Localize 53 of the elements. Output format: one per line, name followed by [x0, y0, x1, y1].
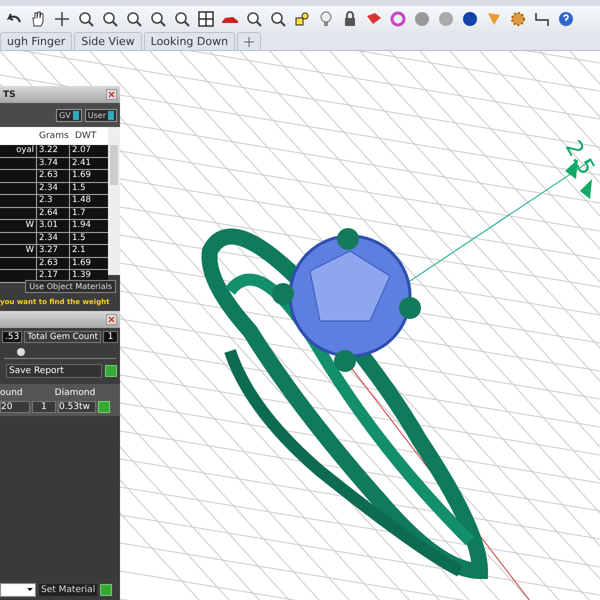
toolbar-icon[interactable] [196, 9, 216, 29]
table-cell: 1.69 [69, 170, 102, 182]
table-cell: 0.53tw [58, 401, 96, 413]
viewport-tab[interactable]: Side View [74, 32, 142, 50]
gem-count-label: Total Gem Count [24, 331, 101, 343]
close-icon[interactable] [106, 89, 117, 100]
close-icon[interactable] [106, 314, 117, 325]
table-cell: 3.01 [36, 220, 69, 232]
table-cell: 2.41 [69, 158, 102, 169]
table-cell: 3.27 [36, 245, 69, 256]
table-cell: 1.69 [69, 258, 102, 269]
table-cell: 20 [0, 401, 30, 413]
viewport-tab[interactable]: Looking Down [144, 32, 236, 50]
table-cell: 1.48 [69, 195, 102, 206]
gem-count-value: 1 [102, 331, 118, 343]
scroll-bar[interactable] [108, 127, 120, 275]
save-report-button[interactable]: Save Report [6, 364, 102, 378]
use-materials-button[interactable]: Use Object Materials [25, 280, 116, 292]
toolbar-icon[interactable] [556, 9, 576, 29]
column-header: DWT [74, 131, 98, 141]
table-cell: 2.63 [36, 170, 69, 182]
table-cell: 2.63 [36, 258, 69, 269]
table-cell: 2.34 [36, 182, 69, 194]
toolbar-icon[interactable] [460, 9, 480, 29]
table-cell-text: W [24, 245, 35, 256]
column-header: Diamond [54, 388, 96, 398]
toggle-button[interactable]: GV [56, 108, 82, 122]
table-cell-text: W [24, 220, 35, 232]
table-cell: 1.5 [69, 182, 102, 194]
add-tab-icon[interactable] [237, 32, 262, 50]
table-cell: 2.3 [36, 195, 69, 206]
viewport-tab[interactable]: ugh Finger [0, 32, 72, 50]
table-cell: 3.74 [36, 158, 69, 169]
table-cell: 2.07 [69, 145, 102, 156]
table-cell: 2.34 [36, 232, 69, 244]
column-header: Grams [38, 131, 70, 141]
toolbar-icon[interactable] [52, 9, 72, 29]
weight-value: .53 [2, 331, 22, 343]
set-material-button[interactable]: Set Material [39, 584, 98, 596]
table-cell: 2.1 [69, 245, 102, 256]
slider-thumb[interactable] [17, 348, 26, 356]
table-cell: 1.94 [69, 220, 102, 232]
panel-title: TS [3, 90, 16, 100]
table-cell-text: oyal [15, 145, 35, 156]
table-cell: 1.7 [69, 208, 102, 219]
dimension-label: 2.5 [560, 136, 599, 180]
material-dropdown[interactable] [0, 583, 36, 597]
column-header: ound [0, 388, 24, 398]
table-cell: 2.64 [36, 208, 69, 219]
table-cell: 3.22 [36, 145, 69, 156]
table-cell: 1 [32, 401, 56, 413]
toggle-button[interactable]: User [84, 108, 117, 122]
table-cell: 1.5 [69, 232, 102, 244]
